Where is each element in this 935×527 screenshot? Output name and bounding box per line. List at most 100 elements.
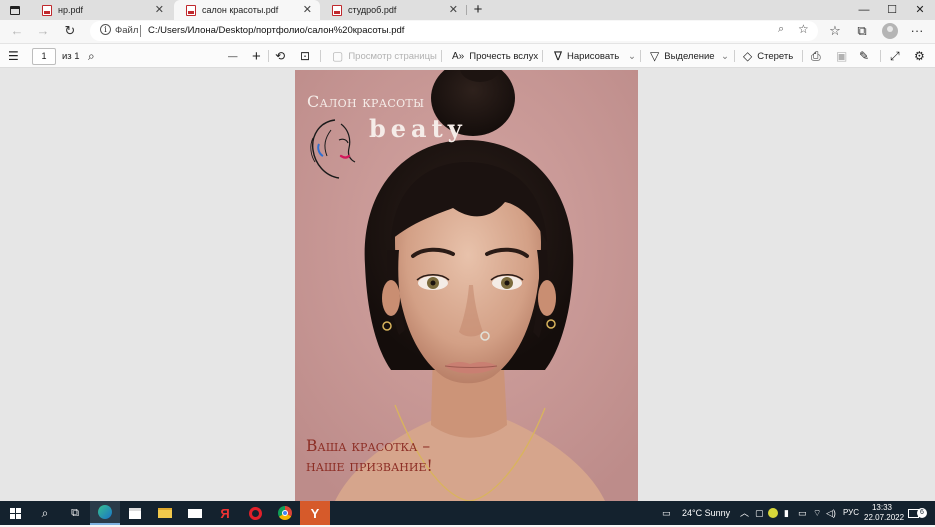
toolbar-divider [734,50,735,62]
scheme-label: Файл [115,25,139,36]
yandex-icon[interactable]: Я [210,501,240,525]
meet-now-icon[interactable]: ▢ [755,501,764,525]
toolbar-divider [320,50,321,62]
page-view-icon: ▢ [332,49,344,63]
close-tab-icon[interactable]: ✕ [155,3,164,16]
pdf-viewer-area[interactable]: Салон красоты beaty Ваша красотка – наше… [0,68,935,501]
maximize-button[interactable]: ☐ [878,0,906,20]
favorites-icon[interactable]: ☆ [826,22,844,40]
zoom-in-button[interactable]: + [252,44,261,68]
read-aloud-icon: A» [452,50,465,62]
forward-arrow-icon[interactable]: → [34,22,52,40]
close-tab-icon[interactable]: ✕ [303,3,312,16]
page-total: из 1 [62,50,80,62]
file-explorer-icon[interactable] [150,501,180,525]
save-as-icon[interactable]: ✎ [859,44,874,68]
add-favorite-icon[interactable]: ☆ [798,22,809,36]
tab-label: студроб.pdf [348,5,397,15]
profile-avatar[interactable] [882,23,898,39]
rotate-icon[interactable]: ⟲ [275,44,290,68]
erase-button[interactable]: ◇ Стереть [743,44,793,68]
read-aloud-button[interactable]: A» Прочесть вслух [452,44,538,68]
tray-overflow-chevron-icon[interactable]: ︿ [740,501,749,525]
clock-time: 13:33 [871,503,893,512]
tab-nr-pdf[interactable]: нр.pdf ✕ [30,0,172,20]
toolbar-divider [441,50,442,62]
pdf-file-icon [42,4,52,16]
brand-name: beaty [369,114,467,143]
highlighter-icon: ▽ [650,49,660,63]
notifications-icon[interactable]: 6 [908,501,927,525]
settings-gear-icon[interactable]: ⚙ [914,44,930,68]
info-icon[interactable]: i [100,24,111,35]
tab-salon-pdf[interactable]: салон красоты.pdf ✕ [174,0,320,20]
volume-icon[interactable]: ◁) [826,501,836,525]
find-icon[interactable]: ⌕ [88,44,100,68]
page-view-label: Просмотр страницы [348,50,437,62]
save-icon[interactable]: ▣ [836,44,852,68]
draw-button[interactable]: ∇ Нарисовать [554,44,619,68]
read-aloud-label: Прочесть вслух [469,50,539,62]
mail-icon[interactable] [180,501,210,525]
salon-logo-icon [310,119,356,179]
tab-label: нр.pdf [58,5,83,15]
print-icon[interactable]: ⎙ [811,44,826,68]
clock-date: 22.07.2022 [864,513,905,522]
windows-taskbar: ⌕ ⧉ Я Y ▭ 24°C Sunny ︿ ▢ ▮ ▭ ⌔ ◁) РУС 13… [0,501,935,525]
back-arrow-icon[interactable]: ← [8,22,26,40]
zoom-search-icon[interactable]: ⌕ [778,23,784,36]
slogan-line-2: наше призвание! [306,457,433,475]
close-window-button[interactable]: ✕ [906,0,934,20]
language-indicator[interactable]: РУС [843,501,859,525]
new-tab-button[interactable]: + [464,0,492,20]
wifi-icon[interactable]: ⌔ [813,501,821,525]
page-number-input[interactable]: 1 [32,48,56,65]
collections-icon[interactable]: ⧉ [853,22,871,40]
url-text[interactable]: C:/Users/Илона/Desktop/портфолио/салон%2… [148,25,404,36]
weather-text[interactable]: 24°C Sunny [682,501,730,525]
toolbar-divider [802,50,803,62]
minimize-button[interactable]: — [850,0,878,20]
slogan-line-1: Ваша красотка – [306,437,431,455]
opera-icon[interactable] [240,501,270,525]
toolbar-divider [542,50,543,62]
toolbar-divider [880,50,881,62]
tab-strip: нр.pdf ✕ салон красоты.pdf ✕ студроб.pdf… [0,0,935,20]
pdf-page: Салон красоты beaty Ваша красотка – наше… [295,70,638,501]
app-tray-icon[interactable] [768,508,778,518]
tab-studrob-pdf[interactable]: студроб.pdf ✕ [320,0,466,20]
chrome-icon[interactable] [270,501,300,525]
draw-label: Нарисовать [567,50,620,62]
close-tab-icon[interactable]: ✕ [449,3,458,16]
search-icon[interactable]: ⌕ [30,501,60,525]
toolbar-divider [640,50,641,62]
draw-dropdown-chevron-icon[interactable]: ⌄ [628,44,636,68]
yandex-browser-icon[interactable]: Y [300,501,330,525]
fit-page-icon[interactable]: ⊡ [300,44,315,68]
contents-icon[interactable]: ☰ [8,44,24,68]
page-view-button[interactable]: ▢ Просмотр страницы [332,44,437,68]
address-divider [140,25,141,37]
highlight-button[interactable]: ▽ Выделение [650,44,715,68]
slogan: Ваша красотка – наше призвание! [306,436,433,476]
clock[interactable]: 13:33 22.07.2022 [864,503,905,527]
fullscreen-icon[interactable]: ⤢ [890,44,905,68]
erase-label: Стереть [757,50,794,62]
toolbar-divider [268,50,269,62]
zoom-out-button[interactable]: — [228,44,238,68]
tab-actions-icon[interactable] [0,0,30,20]
refresh-icon[interactable]: ↻ [61,22,79,40]
weather-icon[interactable]: ▭ [662,501,671,525]
highlight-label: Выделение [664,50,715,62]
battery-icon[interactable]: ▭ [798,501,807,525]
draw-pen-icon: ∇ [554,49,563,63]
store-icon[interactable] [120,501,150,525]
pdf-toolbar: ☰ 1 из 1 ⌕ — + ⟲ ⊡ ▢ Просмотр страницы A… [0,43,935,68]
start-windows-icon[interactable] [0,501,30,525]
more-menu-icon[interactable]: ··· [908,22,926,40]
edge-browser-icon[interactable] [90,501,120,525]
task-view-icon[interactable]: ⧉ [60,501,90,525]
address-bar[interactable]: i Файл C:/Users/Илона/Desktop/портфолио/… [90,21,818,41]
usb-icon[interactable]: ▮ [784,501,789,525]
highlight-dropdown-chevron-icon[interactable]: ⌄ [721,44,729,68]
